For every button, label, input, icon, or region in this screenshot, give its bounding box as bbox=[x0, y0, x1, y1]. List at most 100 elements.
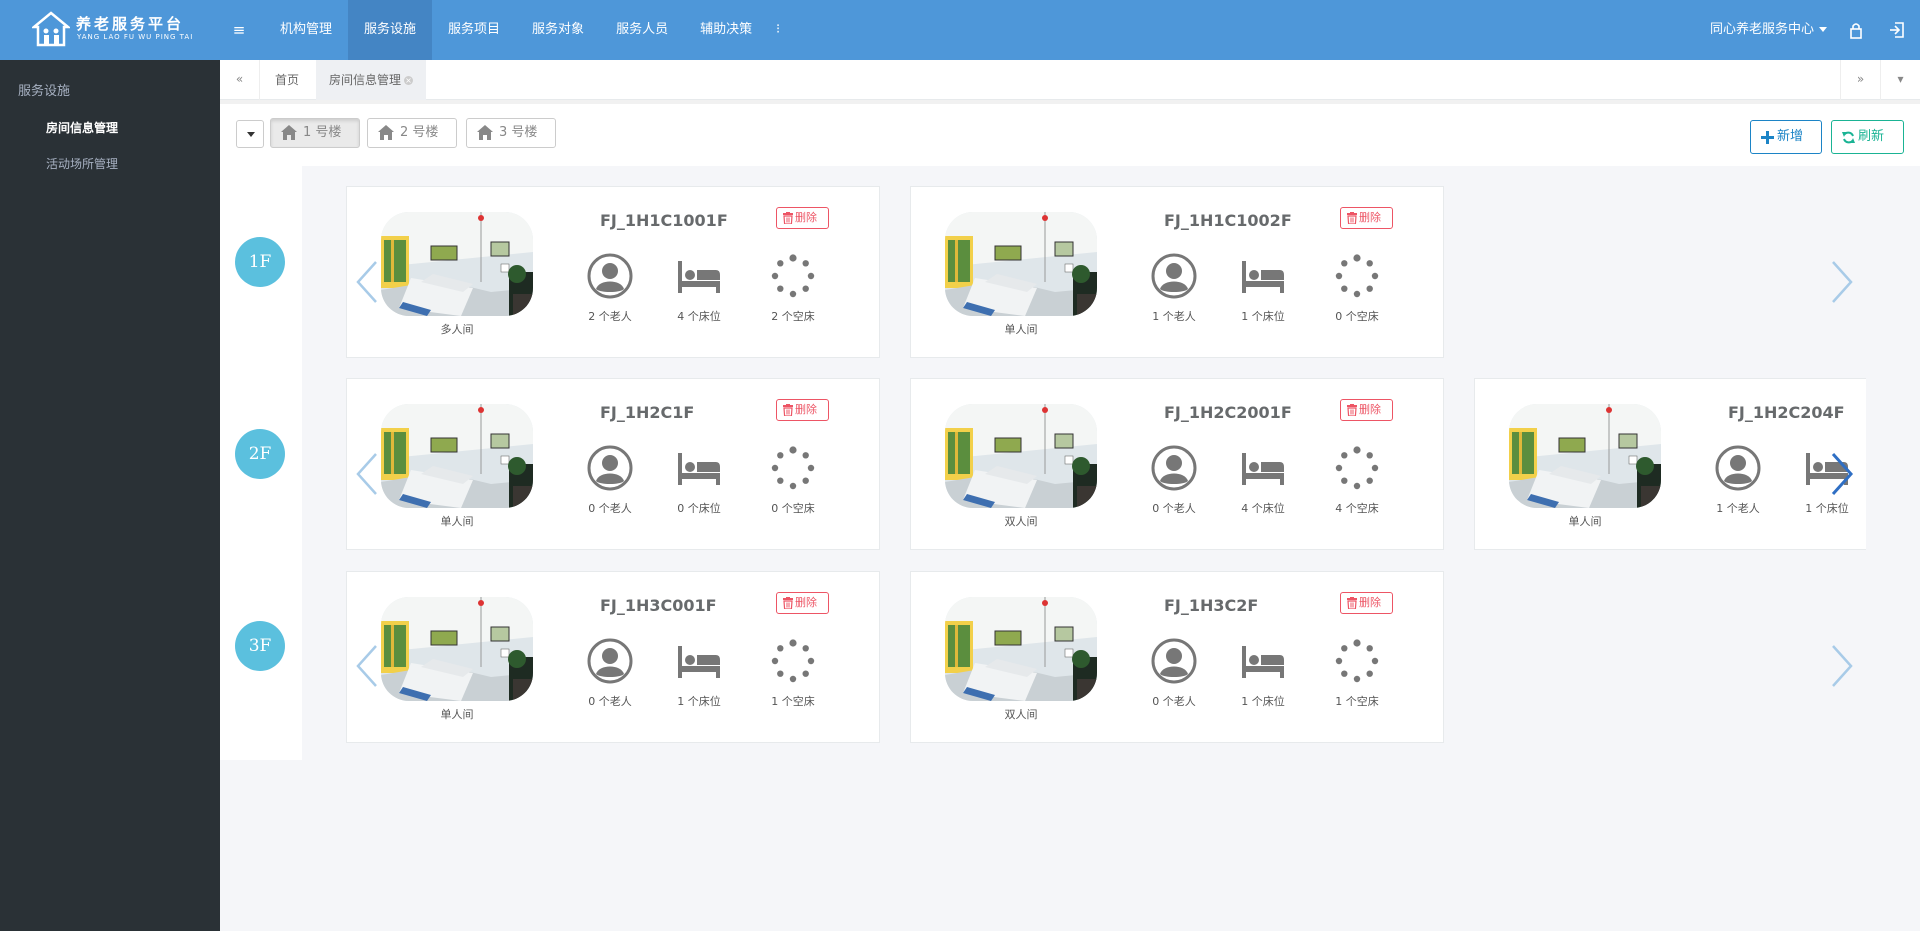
room-code: FJ_1H3C2F bbox=[1164, 596, 1259, 615]
elder-count: 0 个老人 bbox=[588, 502, 632, 515]
refresh-button[interactable]: 刷新 bbox=[1831, 120, 1904, 154]
floor-badge-3f: 3F bbox=[235, 621, 285, 671]
home-icon bbox=[281, 125, 297, 140]
building-1-button[interactable]: 1 号楼 bbox=[270, 118, 360, 148]
refresh-icon bbox=[1842, 131, 1855, 144]
chevron-down-icon bbox=[1819, 27, 1828, 32]
carousel-next-arrow-icon[interactable] bbox=[1829, 642, 1855, 690]
bed-count: 1 个床位 bbox=[1805, 502, 1849, 515]
nav-item-decision-support[interactable]: 辅助决策 bbox=[684, 0, 768, 60]
bed-icon bbox=[678, 646, 720, 678]
room-photo bbox=[945, 212, 1097, 316]
nav-item-service-facilities[interactable]: 服务设施 bbox=[348, 0, 433, 60]
room-code: FJ_1H1C1002F bbox=[1164, 211, 1292, 230]
room-card[interactable]: 多人间 FJ_1H1C1001F 删除 2 个老人 4 个床位 2 个空床 bbox=[346, 186, 880, 358]
room-card[interactable]: 双人间 FJ_1H3C2F 删除 0 个老人 1 个床位 1 个空床 bbox=[910, 571, 1444, 743]
free-bed-count: 4 个空床 bbox=[1335, 502, 1379, 515]
tabs-scroll-right-icon[interactable]: » bbox=[1840, 60, 1880, 100]
home-icon bbox=[477, 125, 493, 140]
room-code: FJ_1H2C2001F bbox=[1164, 403, 1292, 422]
elder-count: 1 个老人 bbox=[1152, 310, 1196, 323]
empty-bed-spinner-icon bbox=[1335, 639, 1379, 683]
tab-room-info-label: 房间信息管理 bbox=[329, 73, 402, 87]
elder-icon bbox=[1715, 445, 1761, 491]
lock-icon[interactable] bbox=[1845, 19, 1867, 41]
room-code: FJ_1H3C001F bbox=[600, 596, 717, 615]
room-code: FJ_1H2C204F bbox=[1728, 403, 1845, 422]
elder-icon bbox=[1151, 638, 1197, 684]
nav-item-service-projects[interactable]: 服务项目 bbox=[432, 0, 516, 60]
empty-bed-spinner-icon bbox=[1335, 446, 1379, 490]
logo-subtitle: YANG LAO FU WU PING TAI bbox=[77, 33, 194, 41]
building-label: 2 号楼 bbox=[400, 125, 439, 140]
elder-count: 0 个老人 bbox=[1152, 502, 1196, 515]
delete-label: 删除 bbox=[1359, 211, 1381, 224]
org-name: 同心养老服务中心 bbox=[1710, 22, 1815, 37]
empty-bed-spinner-icon bbox=[771, 639, 815, 683]
empty-bed-spinner-icon bbox=[1335, 254, 1379, 298]
delete-room-button[interactable]: 删除 bbox=[776, 399, 829, 421]
room-card[interactable]: 单人间 FJ_1H2C1F 删除 0 个老人 0 个床位 0 个空床 bbox=[346, 378, 880, 550]
nav-more-icon[interactable]: ⁝ bbox=[770, 0, 786, 60]
sidebar: 服务设施 房间信息管理 活动场所管理 bbox=[0, 60, 220, 931]
building-dropdown-button[interactable] bbox=[236, 120, 264, 148]
room-photo bbox=[381, 404, 533, 508]
floor-badge-1f: 1F bbox=[235, 237, 285, 287]
room-card[interactable]: 单人间 FJ_1H2C204F 1 个老人 1 个床位 bbox=[1474, 378, 1866, 550]
carousel-next-arrow-icon[interactable] bbox=[1829, 258, 1855, 306]
sidebar-item-activity-venues[interactable]: 活动场所管理 bbox=[46, 155, 118, 172]
nav-item-service-targets[interactable]: 服务对象 bbox=[516, 0, 600, 60]
building-2-button[interactable]: 2 号楼 bbox=[367, 118, 457, 148]
bed-icon bbox=[678, 261, 720, 293]
refresh-button-label: 刷新 bbox=[1858, 129, 1885, 144]
hamburger-menu-icon[interactable]: ≡ bbox=[230, 18, 248, 42]
delete-room-button[interactable]: 删除 bbox=[1340, 592, 1393, 614]
delete-room-button[interactable]: 删除 bbox=[776, 207, 829, 229]
bed-icon bbox=[1242, 261, 1284, 293]
building-3-button[interactable]: 3 号楼 bbox=[466, 118, 556, 148]
nav-item-service-staff[interactable]: 服务人员 bbox=[600, 0, 684, 60]
trash-icon bbox=[1347, 597, 1357, 609]
tab-home[interactable]: 首页 bbox=[262, 60, 312, 100]
floor-column: 1F 2F 3F bbox=[220, 166, 302, 760]
carousel-prev-arrow-icon[interactable] bbox=[354, 450, 380, 498]
bed-icon bbox=[678, 453, 720, 485]
sidebar-item-room-info[interactable]: 房间信息管理 bbox=[46, 119, 118, 136]
delete-label: 删除 bbox=[1359, 596, 1381, 609]
logo-title: 养老服务平台 bbox=[76, 15, 185, 33]
room-code: FJ_1H2C1F bbox=[600, 403, 695, 422]
room-photo bbox=[381, 212, 533, 316]
app-logo[interactable]: 养老服务平台 YANG LAO FU WU PING TAI bbox=[32, 11, 192, 49]
room-card[interactable]: 双人间 FJ_1H2C2001F 删除 0 个老人 4 个床位 4 个空床 bbox=[910, 378, 1444, 550]
carousel-prev-arrow-icon[interactable] bbox=[354, 258, 380, 306]
tabs-options-icon[interactable]: ▾ bbox=[1880, 60, 1920, 100]
trash-icon bbox=[783, 212, 793, 224]
carousel-next-arrow-icon[interactable] bbox=[1829, 450, 1855, 498]
room-type: 单人间 bbox=[440, 515, 474, 528]
delete-room-button[interactable]: 删除 bbox=[1340, 207, 1393, 229]
top-navbar: 养老服务平台 YANG LAO FU WU PING TAI ≡ 机构管理 服务… bbox=[0, 0, 1920, 60]
floor-1-room-row: 多人间 FJ_1H1C1001F 删除 2 个老人 4 个床位 2 个空床 单人… bbox=[346, 186, 1866, 358]
delete-label: 删除 bbox=[795, 403, 817, 416]
sidebar-section-title[interactable]: 服务设施 bbox=[18, 80, 70, 99]
floor-2-room-row: 单人间 FJ_1H2C1F 删除 0 个老人 0 个床位 0 个空床 双人间 F… bbox=[346, 378, 1866, 550]
elder-icon bbox=[587, 445, 633, 491]
tab-close-icon[interactable]: × bbox=[404, 76, 414, 85]
carousel-prev-arrow-icon[interactable] bbox=[354, 642, 380, 690]
room-card[interactable]: 单人间 FJ_1H1C1002F 删除 1 个老人 1 个床位 0 个空床 bbox=[910, 186, 1444, 358]
room-type: 单人间 bbox=[1004, 323, 1038, 336]
org-selector[interactable]: 同心养老服务中心 bbox=[1710, 0, 1828, 60]
floor-badge-2f: 2F bbox=[235, 429, 285, 479]
room-card[interactable]: 单人间 FJ_1H3C001F 删除 0 个老人 1 个床位 1 个空床 bbox=[346, 571, 880, 743]
nav-item-org-management[interactable]: 机构管理 bbox=[264, 0, 348, 60]
room-type: 多人间 bbox=[440, 323, 474, 336]
delete-room-button[interactable]: 删除 bbox=[1340, 399, 1393, 421]
tab-room-info[interactable]: 房间信息管理 × bbox=[316, 60, 427, 100]
room-photo bbox=[945, 404, 1097, 508]
delete-room-button[interactable]: 删除 bbox=[776, 592, 829, 614]
tabs-scroll-left-icon[interactable]: « bbox=[220, 60, 260, 100]
logout-icon[interactable] bbox=[1886, 19, 1908, 41]
room-type: 单人间 bbox=[440, 708, 474, 721]
add-button[interactable]: 新增 bbox=[1750, 120, 1822, 154]
free-bed-count: 0 个空床 bbox=[1335, 310, 1379, 323]
